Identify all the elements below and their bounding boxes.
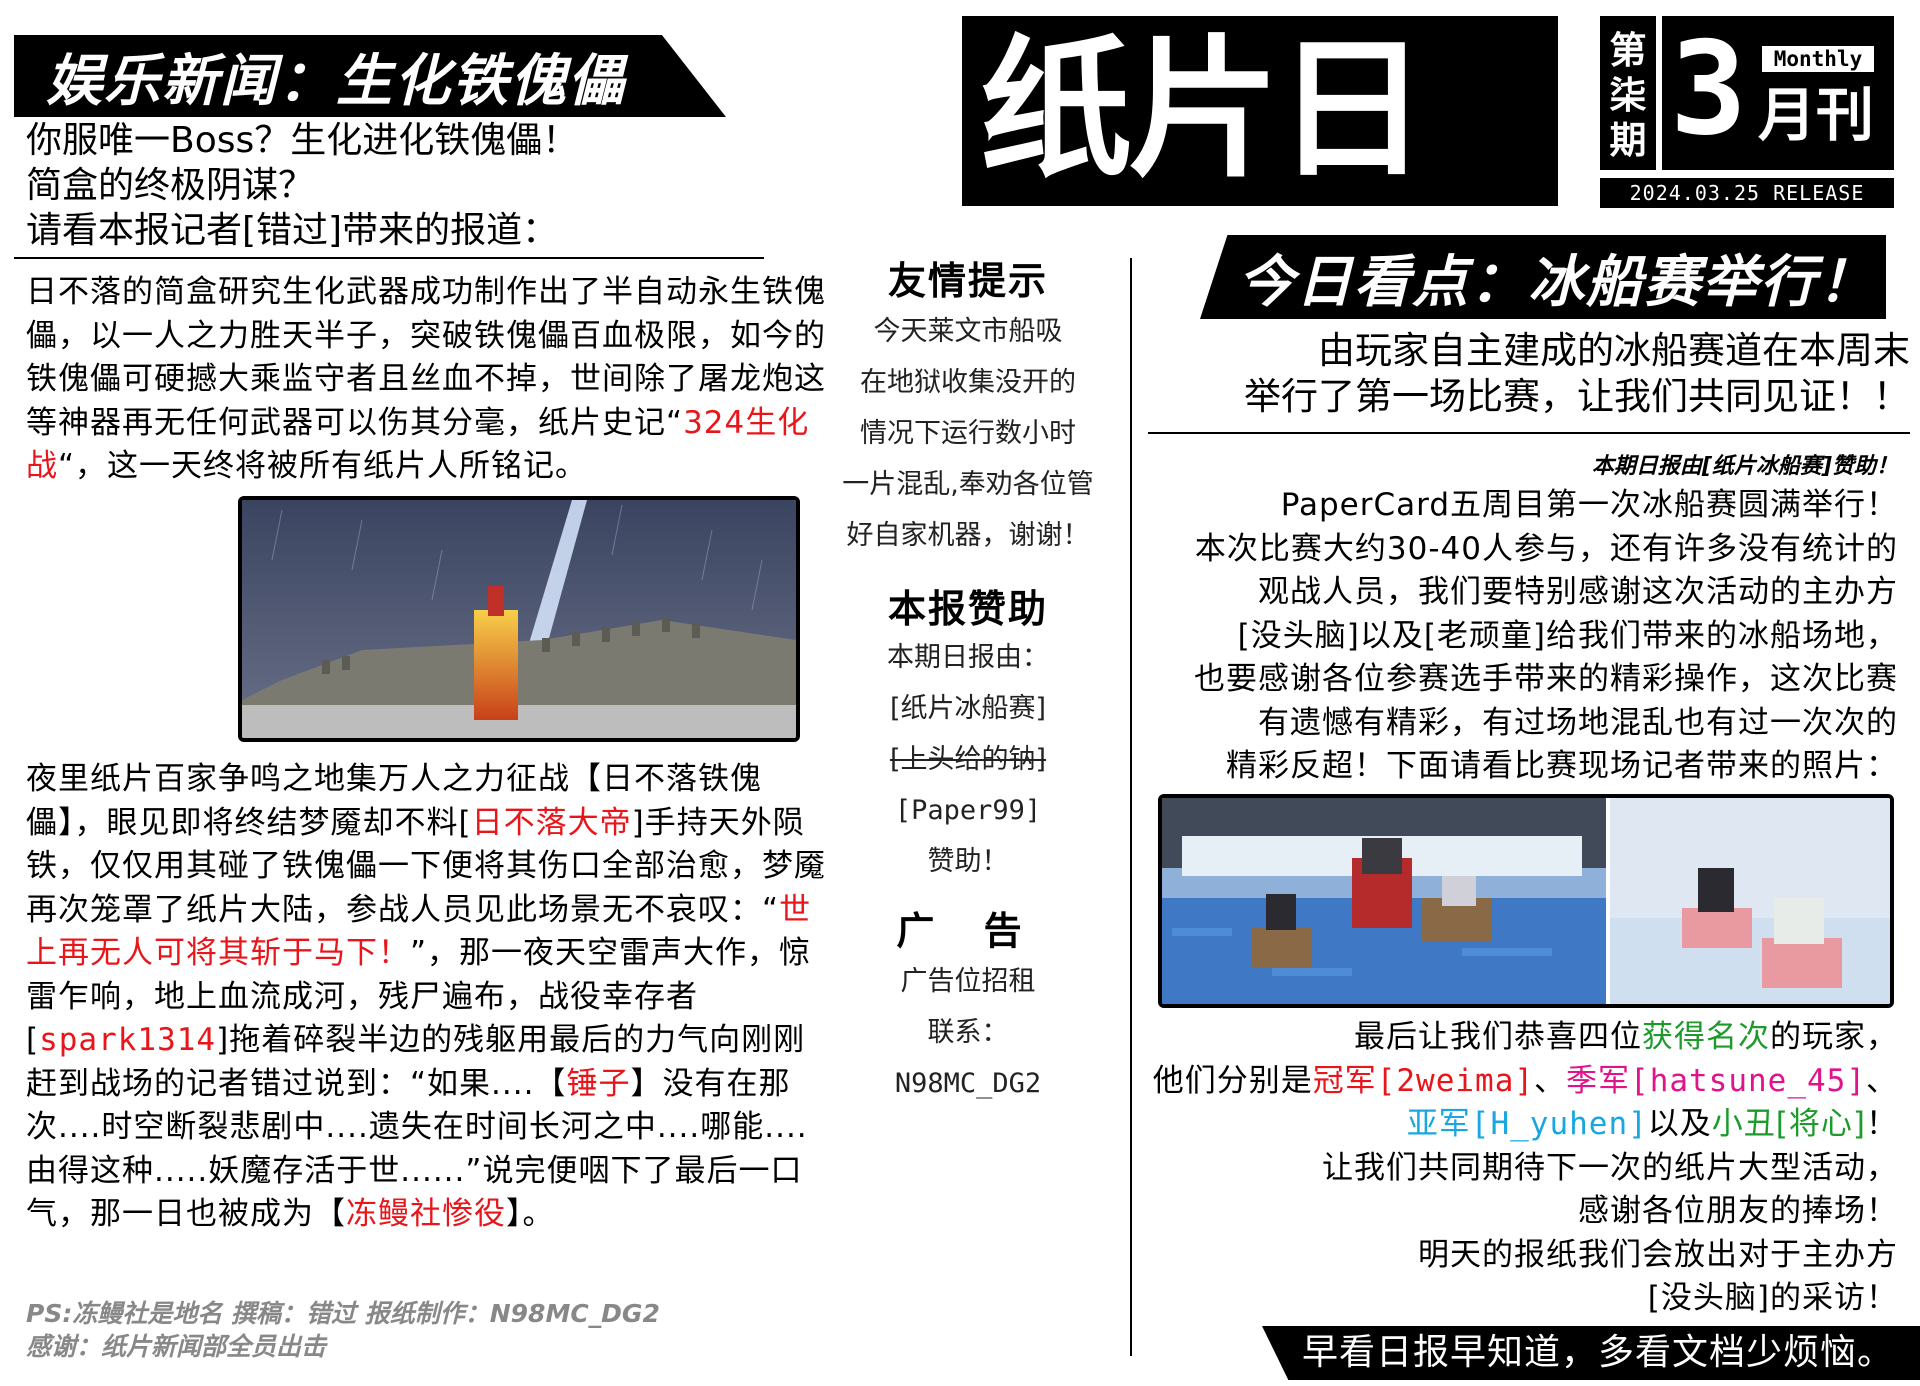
issue-char: 柒 (1609, 74, 1647, 117)
text: ！ (1866, 1106, 1898, 1142)
newspaper-title: 纸片日报 (980, 21, 1428, 374)
text-line: 感谢各位朋友的捧场！ (1578, 1193, 1898, 1229)
left-rule (14, 257, 764, 259)
jester-text: 小丑[将心] (1711, 1106, 1866, 1142)
text-line: 明天的报纸我们会放出对于主办方 (1418, 1236, 1898, 1273)
issue-char: 第 (1609, 29, 1647, 72)
tip-line: 情况下运行数小时 (860, 418, 1076, 449)
right-lead: 由玩家自主建成的冰船赛道在本周末 举行了第一场比赛，让我们共同见证！！ (1140, 328, 1910, 420)
winners-line: 亚军[H_yuhen]以及小丑[将心]！ (1136, 1103, 1898, 1147)
right-paragraph-1: PaperCard五周目第一次冰船赛圆满举行！ 本次比赛大约30-40人参与，还… (1136, 484, 1898, 789)
monthly-tag: Monthly (1762, 46, 1874, 72)
text: “，这一天终将被所有纸片人所铭记。 (58, 448, 588, 484)
lead-line: 请看本报记者[错过]带来的报道： (26, 210, 559, 251)
credits-line: PS:冻鳗社是地名 撰稿：错过 报纸制作：N98MC_DG2 (26, 1299, 660, 1328)
text: 、 (1866, 1062, 1898, 1099)
third-place-text: 季军[hatsune_45] (1566, 1062, 1866, 1099)
tip-line: 在地狱收集没开的 (860, 367, 1076, 398)
ad-line: 联系： (927, 1017, 1009, 1048)
text: 最后让我们恭喜四位 (1354, 1019, 1642, 1055)
lead-line: 简盒的终极阴谋？ (26, 165, 315, 206)
text-line: 有遗憾有精彩，有过场地混乱也有过一次次的 (1258, 704, 1898, 741)
tip-text: 今天莱文市船吸 在地狱收集没开的 情况下运行数小时 一片混乱,奉劝各位管 好自家… (812, 306, 1124, 561)
text: 的玩家， (1770, 1019, 1898, 1055)
champion-text: 冠军[2weima] (1312, 1062, 1535, 1099)
section-banner-entertainment: 娱乐新闻：生化铁傀儡 (14, 35, 726, 117)
ice-boat-race-image (1162, 798, 1890, 1004)
text: 、 (1534, 1062, 1567, 1099)
text-line: [没头脑]以及[老顽童]给我们带来的冰船场地， (1237, 617, 1898, 654)
sponsor-text: 本期日报由： [纸片冰船赛] [上头给的钠] [Paper99] 赞助！ (812, 632, 1124, 887)
ad-text: 广告位招租 联系： N98MC_DG2 (812, 956, 1124, 1109)
sponsor-note: 本期日报由[纸片冰船赛]赞助！ (1591, 454, 1898, 479)
footer-slogan: 早看日报早知道，多看文档少烦恼。 (1262, 1326, 1920, 1380)
text-line: [没头脑]的采访！ (1647, 1280, 1898, 1316)
sponsor-line: 赞助！ (927, 846, 1009, 877)
text-line: 精彩反超！下面请看比赛现场记者带来的照片： (1226, 748, 1898, 784)
left-paragraph-1: 日不落的简盒研究生化武器成功制作出了半自动永生铁傀儡，以一人之力胜天半子，突破铁… (26, 271, 826, 489)
highlight-text: spark1314 (39, 1022, 217, 1058)
ad-line: 广告位招租 (900, 966, 1036, 997)
highlight-text: 获得名次 (1642, 1019, 1770, 1055)
sponsor-line: [纸片冰船赛] (889, 693, 1047, 724)
ad-contact: N98MC_DG2 (894, 1068, 1042, 1099)
text-line: 也要感谢各位参赛选手带来的精彩操作，这次比赛 (1194, 661, 1898, 697)
sponsor-line: [Paper99] (894, 795, 1042, 826)
text: 以及 (1647, 1106, 1712, 1142)
sponsor-title: 本报赞助 (887, 587, 1048, 631)
highlight-text: 日不落大帝 (471, 804, 632, 841)
credits: PS:冻鳗社是地名 撰稿：错过 报纸制作：N98MC_DG2 感谢：纸片新闻部全… (26, 1297, 806, 1363)
text-line: 观战人员，我们要特别感谢这次活动的主办方 (1258, 574, 1898, 610)
runner-up-text: 亚军[H_yuhen] (1406, 1106, 1648, 1142)
banner-title: 娱乐新闻：生化铁傀儡 (46, 48, 626, 114)
text: 他们分别是 (1152, 1062, 1313, 1099)
right-rule (1148, 432, 1910, 434)
lead-line: 由玩家自主建成的冰船赛道在本周末 (1318, 329, 1910, 372)
sponsor-line: 本期日报由： (887, 642, 1049, 673)
highlight-text: 锤子 (566, 1065, 631, 1102)
left-lead: 你服唯一Boss？生化进化铁傀儡！ 简盒的终极阴谋？ 请看本报记者[错过]带来的… (26, 118, 746, 253)
text-line: 本次比赛大约30-40人参与，还有许多没有统计的 (1194, 530, 1898, 567)
lead-line: 举行了第一场比赛，让我们共同见证！！ (1244, 375, 1910, 418)
sponsor-line-struck: [上头给的钠] (889, 744, 1047, 775)
issue-number: 第 柒 期 (1600, 16, 1656, 170)
issue-char: 期 (1609, 119, 1647, 162)
text-line: 让我们共同期待下一次的纸片大型活动， (1322, 1149, 1898, 1186)
tip-line: 今天莱文市船吸 (873, 316, 1063, 347)
credits-line: 感谢：纸片新闻部全员出击 (26, 1332, 327, 1361)
text-line: PaperCard五周目第一次冰船赛圆满举行！ (1280, 487, 1898, 523)
lead-line: 你服唯一Boss？生化进化铁傀儡！ (26, 120, 579, 161)
tip-title: 友情提示 (887, 259, 1048, 303)
section-banner-today: 今日看点：冰船赛举行！ (1200, 235, 1886, 319)
column-divider (1130, 258, 1132, 1356)
ad-title: 广 告 (896, 909, 1040, 953)
congrats-line: 最后让我们恭喜四位获得名次的玩家， (1136, 1016, 1898, 1060)
month-number: 3 (1670, 15, 1748, 164)
text: 】。 (506, 1196, 555, 1232)
banner-title: 今日看点：冰船赛举行！ (1238, 249, 1876, 315)
highlight-text: 冻鳗社惨役 (346, 1196, 506, 1232)
tip-line: 好自家机器，谢谢！ (846, 520, 1090, 551)
release-date: 2024.03.25 RELEASE (1600, 178, 1894, 208)
right-paragraph-2: 最后让我们恭喜四位获得名次的玩家， 他们分别是冠军[2weima]、季军[hat… (1136, 1016, 1898, 1321)
winners-line: 他们分别是冠军[2weima]、季军[hatsune_45]、 (1136, 1060, 1898, 1104)
monthly-label: 月刊 (1758, 81, 1875, 149)
battle-screenshot (238, 496, 800, 742)
tip-line: 一片混乱,奉劝各位管 (842, 469, 1094, 500)
battle-scene-image (242, 500, 796, 738)
left-paragraph-2: 夜里纸片百家争鸣之地集万人之力征战【日不落铁傀儡】，眼见即将终结梦魇却不料[日不… (26, 758, 826, 1237)
race-screenshots (1158, 794, 1894, 1008)
